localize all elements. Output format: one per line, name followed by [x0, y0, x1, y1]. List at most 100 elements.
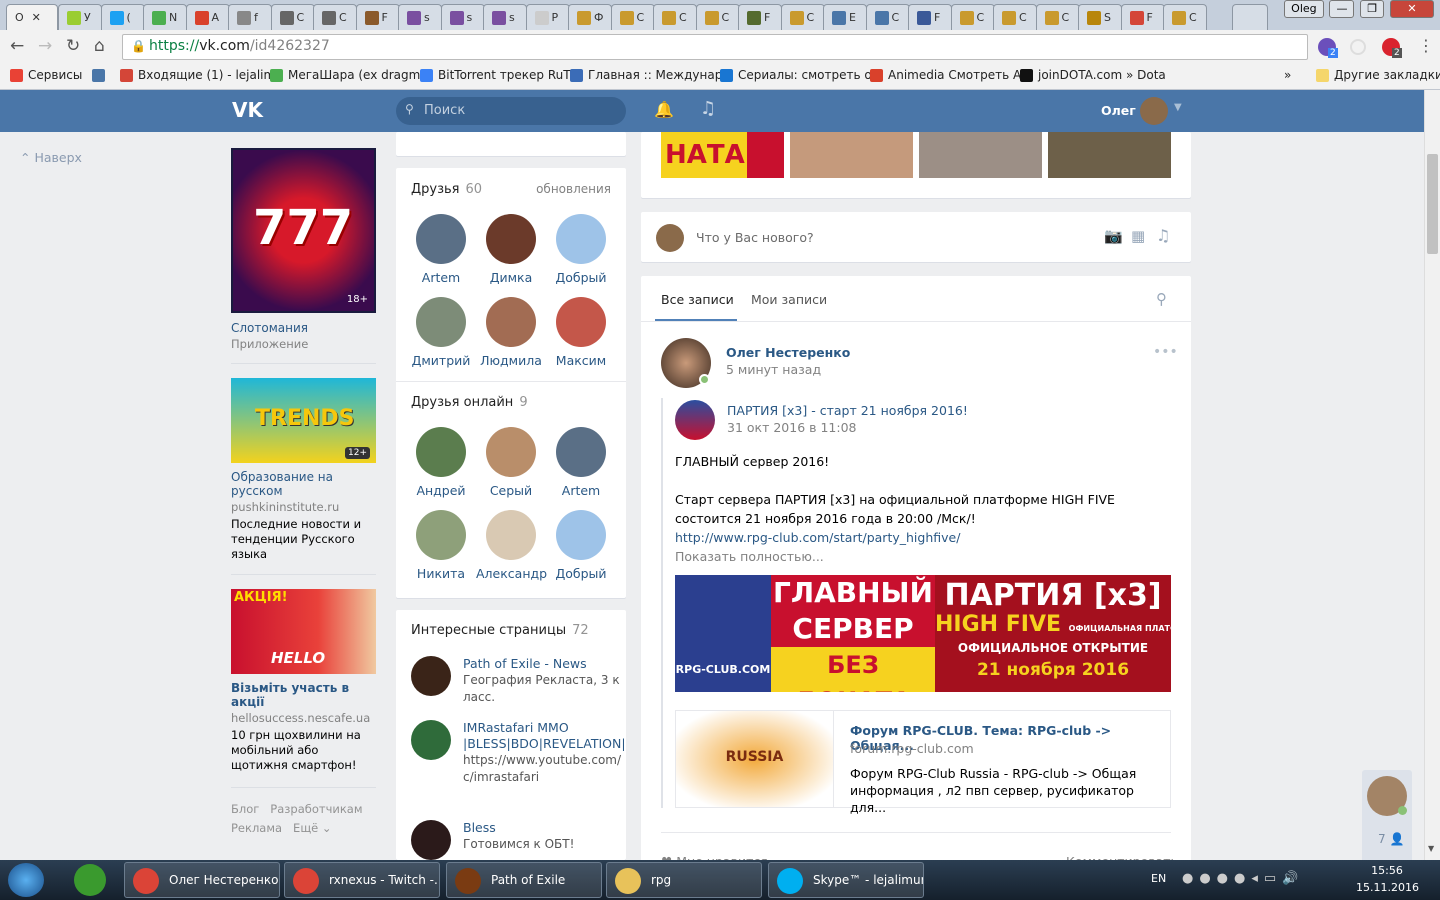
more-options-icon[interactable]: ••• [1153, 344, 1178, 360]
bookmark-item[interactable]: Главная :: Междунар [570, 68, 722, 82]
browser-tab[interactable]: F [738, 4, 782, 30]
browser-tab[interactable]: С [865, 4, 910, 30]
browser-tab[interactable]: Е [823, 4, 867, 30]
browser-tab[interactable]: F [1120, 4, 1165, 30]
friend-item[interactable]: Никита [406, 510, 476, 581]
ad-nescafe[interactable]: АКЦІЯ! HELLO Візьміть участь в акції hel… [231, 589, 376, 773]
taskbar-item[interactable]: Олег Нестеренко... [124, 862, 280, 898]
menu-icon[interactable]: ⋮ [1418, 36, 1434, 55]
ad-title[interactable]: Образование на русском [231, 470, 376, 498]
friend-item[interactable]: Людмила [476, 297, 546, 368]
footer-link-developers[interactable]: Разработчикам [270, 802, 362, 816]
browser-tab[interactable]: А [185, 4, 230, 30]
back-icon[interactable]: ← [10, 36, 24, 56]
chevron-down-icon[interactable]: ▼ [1174, 102, 1182, 113]
interesting-page-item[interactable]: Path of Exile - News География Рекласта, … [411, 656, 621, 706]
friend-item[interactable]: Андрей [406, 427, 476, 498]
photo-thumb[interactable] [919, 132, 1042, 178]
taskbar-item[interactable]: Path of Exile [446, 862, 602, 898]
interesting-page-item[interactable]: IMRastafari MMO |BLESS|BDO|REVELATION| ht… [411, 720, 626, 786]
friend-item[interactable]: Artem [406, 214, 476, 285]
minimize-button[interactable]: — [1329, 0, 1355, 18]
chat-widget[interactable]: 7 👤 [1362, 770, 1412, 860]
browser-tab[interactable]: s [483, 4, 527, 30]
ad-image[interactable]: 777 18+ [231, 148, 376, 313]
scrollbar-thumb[interactable] [1427, 154, 1438, 254]
ad-image[interactable]: АКЦІЯ! HELLO [231, 589, 376, 674]
start-button[interactable] [8, 863, 44, 897]
photo-thumb[interactable]: НАТА [661, 132, 784, 178]
user-name[interactable]: Олег [1101, 103, 1136, 118]
browser-tab[interactable]: У [58, 4, 102, 30]
user-avatar[interactable] [1140, 97, 1168, 125]
taskbar-item[interactable]: Skype™ - lejalimur [768, 862, 924, 898]
bookmark-item[interactable]: МегаШара (ex dragm [270, 68, 420, 82]
vk-logo[interactable]: VK [232, 98, 263, 122]
maximize-button[interactable]: ❐ [1360, 0, 1385, 18]
search-icon[interactable]: ⚲ [1156, 290, 1167, 308]
browser-tab[interactable]: С [1163, 4, 1207, 30]
browser-tab[interactable]: С [950, 4, 995, 30]
friend-item[interactable]: Добрый [546, 214, 616, 285]
link-snippet[interactable]: RUSSIA Форум RPG-CLUB. Тема: RPG-club ->… [675, 710, 1171, 815]
ad-trends[interactable]: TRENDS 12+ Образование на русском pushki… [231, 378, 376, 562]
cast-icon[interactable] [1350, 39, 1366, 55]
photo-thumb[interactable] [1048, 132, 1171, 178]
page-name[interactable]: Bless [463, 820, 621, 836]
profile-button[interactable]: Oleg [1284, 0, 1324, 18]
friend-item[interactable]: Дмитрий [406, 297, 476, 368]
bookmark-item[interactable]: Animedia Смотреть А [870, 68, 1021, 82]
forward-icon[interactable]: → [38, 36, 52, 56]
camera-icon[interactable]: 📷 [1104, 227, 1123, 245]
browser-tab[interactable]: S [1078, 4, 1122, 30]
post-image[interactable]: RPG-CLUB.COM ГЛАВНЫЙ СЕРВЕР БЕЗ ДОНАТА П… [675, 575, 1171, 692]
friend-item[interactable]: Александр [476, 510, 547, 581]
friends-online-header[interactable]: Друзья онлайн 9 [411, 395, 528, 410]
bookmark-item[interactable]: joinDOTA.com » Dota [1020, 68, 1166, 82]
footer-link-more[interactable]: Ещё [293, 821, 318, 835]
new-tab-button[interactable] [1232, 4, 1268, 30]
footer-link-blog[interactable]: Блог [231, 802, 259, 816]
browser-tab[interactable]: f [228, 4, 272, 30]
bookmark-item[interactable] [92, 68, 110, 82]
tab-my-posts[interactable]: Мои записи [751, 292, 827, 307]
friend-item[interactable]: Максим [546, 297, 616, 368]
friends-updates-link[interactable]: обновления [536, 182, 611, 196]
browser-tab[interactable]: С [270, 4, 315, 30]
bookmark-item[interactable]: Сервисы [10, 68, 82, 82]
scrollbar[interactable]: ▼ [1424, 90, 1440, 860]
taskbar-item[interactable]: rxnexus - Twitch -... [284, 862, 440, 898]
browser-tab[interactable]: N [143, 4, 187, 30]
language-indicator[interactable]: EN [1151, 872, 1166, 885]
browser-tab[interactable]: О ✕ [6, 4, 58, 30]
close-tab-icon[interactable]: ✕ [32, 11, 41, 24]
music-icon[interactable]: ♫ [700, 98, 716, 119]
ad-title[interactable]: Візьміть участь в акції [231, 681, 376, 709]
taskbar-item[interactable]: rpg [606, 862, 762, 898]
page-name[interactable]: Path of Exile - News [463, 656, 621, 672]
bell-icon[interactable]: 🔔 [654, 100, 674, 119]
ad-title[interactable]: Слотомания [231, 321, 376, 335]
clock-time[interactable]: 15:56 [1362, 864, 1412, 877]
bookmarks-more[interactable]: » [1284, 68, 1291, 82]
friend-item[interactable]: Серый [476, 427, 546, 498]
other-bookmarks[interactable]: Другие закладки [1316, 68, 1440, 82]
browser-tab[interactable]: С [993, 4, 1037, 30]
browser-tab[interactable]: С [1035, 4, 1080, 30]
scroll-down-icon[interactable]: ▼ [1428, 844, 1434, 853]
page-name[interactable]: IMRastafari MMO |BLESS|BDO|REVELATION| [463, 720, 626, 752]
music-icon[interactable]: ♫ [1156, 226, 1170, 245]
clock-date[interactable]: 15.11.2016 [1356, 881, 1419, 894]
browser-tab[interactable]: Ф [568, 4, 612, 30]
post-time[interactable]: 5 минут назад [726, 362, 821, 377]
ad-image[interactable]: TRENDS 12+ [231, 378, 376, 463]
photo-thumb[interactable] [790, 132, 913, 178]
tab-all-posts[interactable]: Все записи [661, 292, 734, 307]
back-to-top-link[interactable]: ⌃ Наверх [20, 150, 82, 165]
post-composer[interactable]: Что у Вас нового? 📷 ▦ ♫ [641, 212, 1191, 262]
friend-item[interactable]: Добрый [546, 510, 616, 581]
video-icon[interactable]: ▦ [1131, 227, 1145, 245]
browser-tab[interactable]: С [780, 4, 825, 30]
browser-tab[interactable]: F [355, 4, 400, 30]
post-link[interactable]: http://www.rpg-club.com/start/party_high… [675, 528, 1175, 547]
